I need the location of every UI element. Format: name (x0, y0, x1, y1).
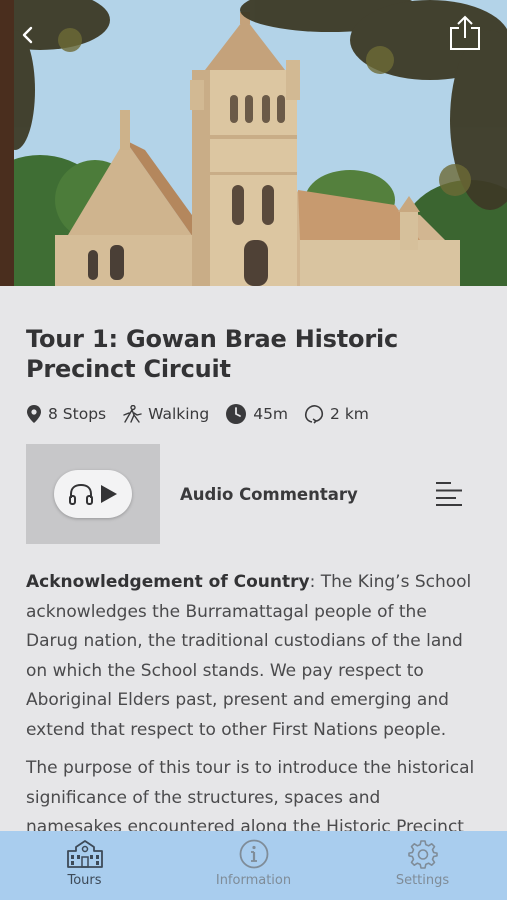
tab-information-label: Information (215, 873, 292, 888)
share-button[interactable] (447, 14, 483, 52)
tour-detail-content[interactable]: Tour 1: Gowan Brae Historic Precinct Cir… (0, 286, 507, 831)
route-loop-icon (304, 405, 324, 424)
tab-settings-label: Settings (395, 873, 450, 888)
headphones-icon (69, 483, 93, 505)
tour-title: Tour 1: Gowan Brae Historic Precinct Cir… (26, 325, 399, 383)
tab-information[interactable]: Information (169, 831, 338, 900)
audio-commentary-label: Audio Commentary (180, 484, 358, 504)
acknowledgement-text: : The King’s School acknowledges the Bur… (26, 572, 472, 740)
bottom-tab-bar: Tours Information Settings (0, 831, 507, 900)
tour-meta-row: 8 Stops Walking 45m 2 km (26, 402, 481, 426)
tab-tours[interactable]: Tours (0, 831, 169, 900)
audio-commentary-row[interactable]: Audio Commentary (26, 444, 481, 544)
mode-meta: Walking (122, 405, 209, 423)
stops-label: 8 Stops (48, 405, 107, 423)
clock-icon (226, 404, 247, 424)
school-building-icon (66, 840, 103, 868)
back-button[interactable] (12, 20, 42, 50)
play-icon (101, 485, 117, 503)
share-icon (450, 15, 480, 50)
distance-label: 2 km (330, 405, 369, 423)
tour-hero-image (0, 0, 507, 286)
acknowledgement-paragraph: Acknowledgement of Country: The King’s S… (26, 568, 481, 745)
acknowledgement-heading: Acknowledgement of Country (26, 572, 310, 592)
chapel-photo (0, 0, 507, 286)
play-audio-button[interactable] (54, 470, 132, 518)
chevron-left-icon (22, 26, 33, 44)
purpose-paragraph: The purpose of this tour is to introduce… (26, 758, 475, 831)
distance-meta: 2 km (304, 404, 369, 424)
duration-meta: 45m (225, 403, 288, 425)
tab-settings[interactable]: Settings (338, 831, 507, 900)
gear-icon (407, 840, 438, 869)
tour-description: Acknowledgement of Country: The King’s S… (26, 568, 481, 831)
playlist-icon[interactable] (435, 481, 463, 507)
stops-meta: 8 Stops (26, 404, 106, 424)
mode-label: Walking (148, 405, 210, 423)
audio-thumbnail (26, 444, 160, 544)
info-icon (239, 839, 268, 869)
walking-icon (123, 405, 142, 423)
tab-tours-label: Tours (67, 873, 102, 888)
duration-label: 45m (253, 405, 289, 423)
map-pin-icon (27, 405, 41, 423)
